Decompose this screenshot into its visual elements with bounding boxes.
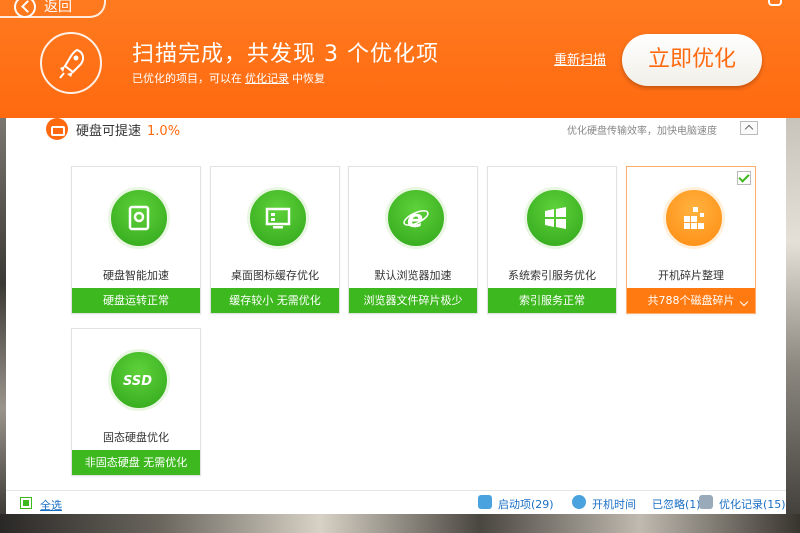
card-disk-smart-accel[interactable]: 硬盘智能加速 硬盘运转正常 (71, 166, 201, 314)
clock-icon (572, 495, 586, 509)
section-title: 硬盘可提速 1.0% (76, 120, 180, 139)
defrag-blocks-icon (663, 187, 725, 249)
card-status: 浏览器文件碎片极少 (349, 288, 477, 313)
hard-disk-icon (108, 187, 170, 249)
rocket-icon (40, 32, 102, 94)
background-photo-right (786, 118, 800, 533)
collapse-section-button[interactable] (740, 121, 758, 135)
optimize-now-button[interactable]: 立即优化 (622, 34, 762, 86)
card-ssd-optimize[interactable]: SSD 固态硬盘优化 非固态硬盘 无需优化 (71, 328, 201, 476)
card-name: 固态硬盘优化 (103, 431, 169, 444)
card-name: 默认浏览器加速 (374, 269, 452, 282)
card-desktop-icon-cache[interactable]: 桌面图标缓存优化 缓存较小 无需优化 (210, 166, 340, 314)
card-status: 硬盘运转正常 (72, 288, 200, 313)
ie-browser-icon: e (385, 187, 447, 249)
history-icon (699, 495, 713, 509)
select-all-link[interactable]: 全选 (40, 497, 62, 513)
background-photo-bottom (0, 514, 800, 533)
boot-time-link[interactable]: 开机时间 (592, 496, 636, 512)
results-panel: 硬盘可提速 1.0% 优化硬盘传输效率，加快电脑速度 硬盘智能加速 硬盘运转正常 … (6, 118, 786, 514)
card-status-text: 共788个磁盘碎片 (647, 294, 735, 307)
scan-result-title: 扫描完成，共发现 3 个优化项 (132, 42, 439, 67)
startup-items-link[interactable]: 启动项(29) (498, 496, 554, 512)
window-control-icon[interactable] (768, 0, 782, 6)
optimization-history-link[interactable]: 优化记录 (245, 72, 289, 85)
ignored-items-link[interactable]: 已忽略(1) (652, 496, 701, 512)
card-status: 索引服务正常 (488, 288, 616, 313)
rescan-link[interactable]: 重新扫描 (554, 49, 606, 68)
back-arrow-icon (14, 0, 36, 18)
windows-logo-icon (524, 187, 586, 249)
card-status: 缓存较小 无需优化 (211, 288, 339, 313)
card-name: 硬盘智能加速 (103, 269, 169, 282)
scan-result-subtitle: 已优化的项目，可以在 优化记录 中恢复 (132, 70, 325, 86)
optimization-history-footer-link[interactable]: 优化记录(15) (719, 496, 786, 512)
card-status: 非固态硬盘 无需优化 (72, 450, 200, 475)
section-speedup-percent: 1.0% (147, 124, 181, 139)
card-name: 系统索引服务优化 (508, 269, 596, 282)
back-label: 返回 (44, 0, 72, 15)
subtitle-prefix: 已优化的项目，可以在 (132, 72, 242, 85)
scan-result-header: 返回 扫描完成，共发现 3 个优化项 已优化的项目，可以在 优化记录 中恢复 重新扫… (0, 0, 800, 118)
select-all-checkbox[interactable] (20, 497, 32, 509)
card-boot-defrag[interactable]: 开机碎片整理 共788个磁盘碎片 (626, 166, 756, 314)
svg-text:e: e (407, 205, 423, 232)
card-status: 共788个磁盘碎片 (627, 288, 755, 313)
card-name: 桌面图标缓存优化 (231, 269, 319, 282)
ssd-icon-text: SSD (123, 374, 152, 389)
card-default-browser-accel[interactable]: e 默认浏览器加速 浏览器文件碎片极少 (348, 166, 478, 314)
hard-disk-section-icon (46, 118, 68, 140)
card-select-checkbox[interactable] (737, 171, 751, 185)
ssd-icon: SSD (108, 349, 170, 411)
footer-bar: 全选 启动项(29) 开机时间 已忽略(1) 优化记录(15) (6, 490, 786, 514)
subtitle-suffix: 中恢复 (292, 72, 325, 85)
monitor-icon (247, 187, 309, 249)
card-name: 开机碎片整理 (658, 269, 724, 282)
back-button[interactable]: 返回 (0, 0, 106, 18)
section-title-label: 硬盘可提速 (76, 124, 142, 139)
card-system-index-service[interactable]: 系统索引服务优化 索引服务正常 (487, 166, 617, 314)
startup-items-icon (478, 495, 492, 509)
section-description: 优化硬盘传输效率，加快电脑速度 (567, 126, 717, 137)
